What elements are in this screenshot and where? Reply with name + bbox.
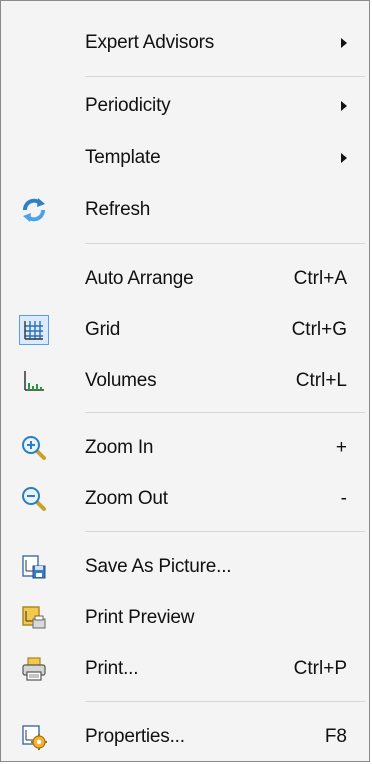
menu-separator: [85, 412, 365, 413]
menu-item-label: Grid: [85, 319, 121, 340]
menu-item-shortcut: F8: [324, 726, 347, 747]
printer-icon: [19, 654, 49, 684]
submenu-arrow-icon: [341, 38, 347, 48]
menu-separator: [85, 531, 365, 532]
menu-item-zoom-out[interactable]: Zoom Out -: [1, 479, 369, 519]
menu-item-shortcut: Ctrl+G: [291, 319, 347, 340]
menu-item-shortcut: -: [340, 488, 347, 509]
menu-item-label: Expert Advisors: [85, 32, 214, 53]
menu-item-shortcut: Ctrl+L: [295, 370, 347, 391]
save-picture-icon: [19, 552, 49, 582]
menu-item-zoom-in[interactable]: Zoom In +: [1, 428, 369, 468]
menu-separator: [85, 701, 365, 702]
submenu-arrow-icon: [341, 101, 347, 111]
grid-icon: [19, 315, 49, 345]
menu-item-shortcut: Ctrl+P: [293, 658, 347, 679]
menu-item-expert-advisors[interactable]: Expert Advisors: [1, 23, 369, 63]
menu-item-label: Zoom Out: [85, 488, 168, 509]
menu-item-template[interactable]: Template: [1, 138, 369, 178]
refresh-icon: [19, 195, 49, 225]
menu-item-shortcut: Ctrl+A: [293, 268, 347, 289]
menu-item-volumes[interactable]: Volumes Ctrl+L: [1, 361, 369, 401]
menu-item-label: Refresh: [85, 199, 151, 220]
menu-item-label: Print Preview: [85, 607, 195, 628]
menu-item-properties[interactable]: Properties... F8: [1, 717, 369, 757]
menu-item-print[interactable]: Print... Ctrl+P: [1, 649, 369, 689]
menu-item-label: Print...: [85, 658, 139, 679]
menu-item-print-preview[interactable]: Print Preview: [1, 598, 369, 638]
volumes-icon: [19, 366, 49, 396]
menu-item-label: Template: [85, 147, 161, 168]
menu-item-label: Periodicity: [85, 95, 171, 116]
menu-item-periodicity[interactable]: Periodicity: [1, 86, 369, 126]
menu-item-auto-arrange[interactable]: Auto Arrange Ctrl+A: [1, 259, 369, 299]
menu-item-label: Zoom In: [85, 437, 154, 458]
menu-separator: [85, 243, 365, 244]
print-preview-icon: [19, 603, 49, 633]
menu-item-refresh[interactable]: Refresh: [1, 190, 369, 230]
menu-item-grid[interactable]: Grid Ctrl+G: [1, 310, 369, 350]
menu-item-save-as-picture[interactable]: Save As Picture...: [1, 547, 369, 587]
menu-item-label: Auto Arrange: [85, 268, 194, 289]
submenu-arrow-icon: [341, 153, 347, 163]
menu-separator: [85, 76, 365, 77]
menu-item-label: Properties...: [85, 726, 185, 747]
properties-icon: [19, 722, 49, 752]
menu-item-shortcut: +: [335, 437, 347, 458]
menu-item-label: Save As Picture...: [85, 556, 232, 577]
zoom-in-icon: [19, 433, 49, 463]
menu-item-label: Volumes: [85, 370, 157, 391]
zoom-out-icon: [19, 484, 49, 514]
chart-context-menu: Expert Advisors Periodicity Template Ref…: [0, 0, 370, 762]
